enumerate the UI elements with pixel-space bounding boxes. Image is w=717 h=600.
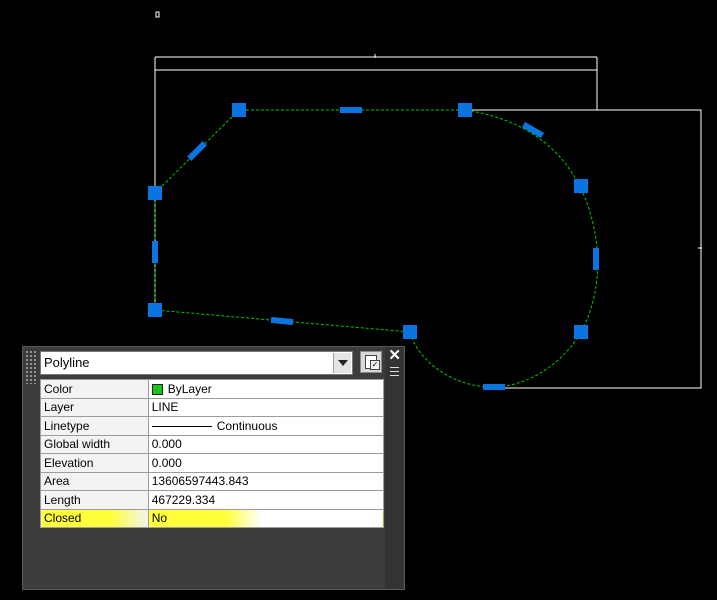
palette-side-bar: ✕ [385, 347, 404, 589]
midpoint-grip [483, 384, 505, 390]
property-value[interactable]: 0.000 [147, 434, 385, 454]
customize-button[interactable]: ✓ [360, 351, 382, 373]
property-row-area[interactable]: Area 13606597443.843 [40, 471, 385, 491]
property-row-global-width[interactable]: Global width 0.000 [40, 434, 385, 454]
property-value-text: ByLayer [167, 381, 212, 396]
close-icon[interactable]: ✕ [388, 348, 401, 363]
midpoint-grip [152, 241, 158, 263]
property-value: 13606597443.843 [147, 471, 385, 491]
property-row-layer[interactable]: Layer LINE [40, 397, 385, 417]
menu-icon[interactable] [390, 367, 399, 376]
midpoint-grip [340, 107, 362, 113]
vertex-grip [458, 103, 472, 117]
midpoint-grip [187, 141, 207, 161]
color-swatch-icon [151, 384, 163, 396]
linetype-sample-icon [151, 426, 212, 428]
vertex-grip [148, 186, 162, 200]
property-label: Closed [40, 508, 149, 528]
vertex-grips[interactable] [148, 103, 588, 339]
midpoint-grip [593, 248, 599, 270]
property-value[interactable]: ByLayer [147, 379, 385, 399]
quick-properties-palette: Polyline ✓ Color ByLayer Layer LINE Line… [22, 346, 405, 590]
property-value: 467229.334 [147, 490, 385, 510]
property-label: Area [40, 471, 149, 491]
midpoint-grip [270, 316, 294, 326]
property-row-length[interactable]: Length 467229.334 [40, 490, 385, 510]
property-label: Color [40, 379, 149, 399]
palette-header: Polyline ✓ [40, 351, 382, 375]
property-row-color[interactable]: Color ByLayer [40, 379, 385, 399]
property-label: Elevation [40, 453, 149, 473]
check-icon: ✓ [370, 360, 380, 370]
properties-table: Color ByLayer Layer LINE Linetype Contin… [40, 379, 385, 528]
vertex-grip [574, 325, 588, 339]
property-row-elevation[interactable]: Elevation 0.000 [40, 453, 385, 473]
property-label: Length [40, 490, 149, 510]
property-value[interactable]: LINE [147, 397, 385, 417]
object-type-label: Polyline [44, 355, 90, 370]
property-row-linetype[interactable]: Linetype Continuous [40, 416, 385, 436]
property-value-text: Continuous [216, 418, 278, 433]
chevron-down-icon[interactable] [333, 353, 351, 373]
property-label: Linetype [40, 416, 149, 436]
property-value[interactable]: No [147, 508, 385, 528]
property-row-closed[interactable]: Closed No [40, 508, 385, 528]
property-label: Global width [40, 434, 149, 454]
drag-handle[interactable] [25, 350, 37, 384]
property-value[interactable]: 0.000 [147, 453, 385, 473]
vertex-grip [232, 103, 246, 117]
property-value[interactable]: Continuous [147, 416, 385, 436]
vertex-grip [148, 303, 162, 317]
vertex-grip [403, 325, 417, 339]
vertex-grip [574, 179, 588, 193]
property-label: Layer [40, 397, 149, 417]
cursor-marker [155, 11, 160, 18]
object-type-select[interactable]: Polyline [40, 351, 353, 375]
